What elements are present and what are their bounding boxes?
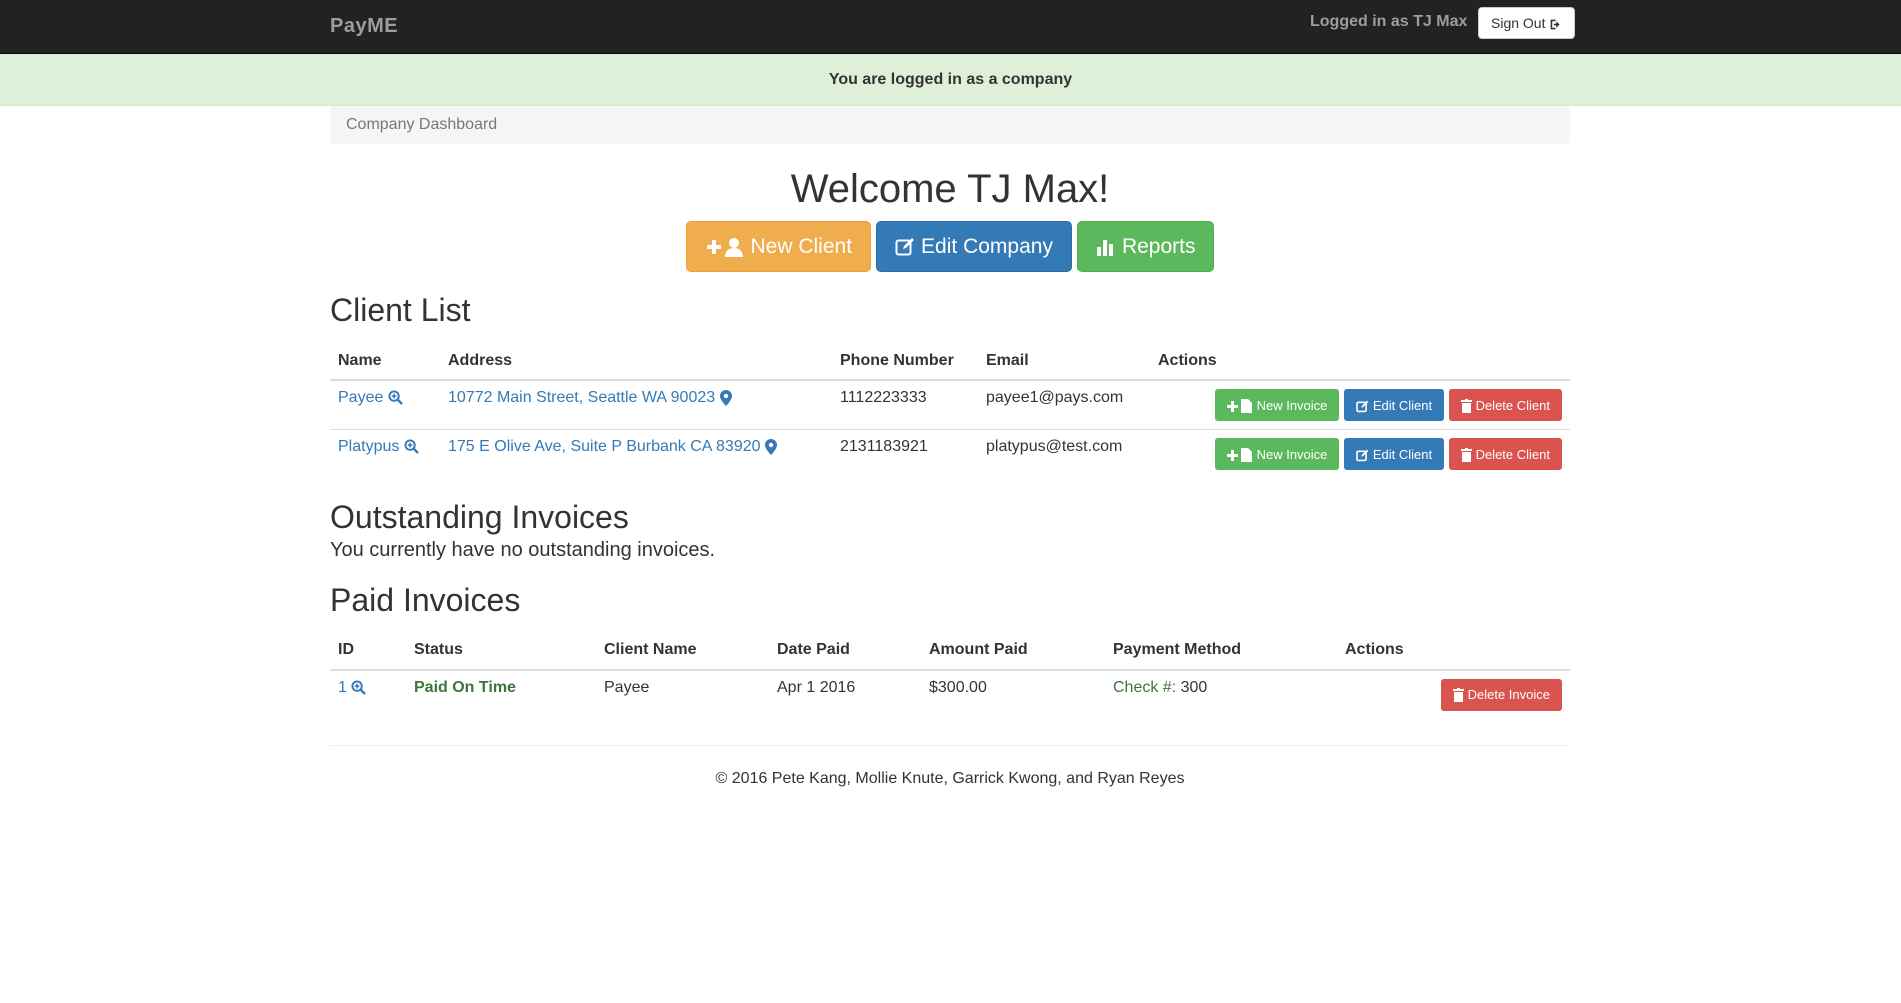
breadcrumb-item: Company Dashboard [346,116,498,133]
client-name-link[interactable]: Payee [338,389,403,406]
new-file-icon [1226,397,1253,413]
reports-button[interactable]: Reports [1076,221,1215,272]
delete-invoice-button[interactable]: Delete Invoice [1440,678,1562,711]
zoom-in-icon [388,389,403,406]
delete-invoice-label: Delete Invoice [1467,687,1550,702]
brand-link[interactable]: PayME [330,15,398,38]
client-name-link[interactable]: Platypus [338,438,419,455]
paid-invoices-heading: Paid Invoices [330,581,521,618]
map-marker-icon [764,438,777,455]
edit-client-button[interactable]: Edit Client [1343,389,1445,421]
zoom-in-icon [351,679,367,696]
sign-out-button[interactable]: Sign Out [1478,7,1576,39]
edit-client-button[interactable]: Edit Client [1343,438,1445,470]
edit-icon [895,235,915,259]
invoice-id-link[interactable]: 1 [338,678,367,696]
column-header: Status [406,631,596,671]
bar-chart-icon [1096,235,1116,259]
client-name: Platypus [338,438,400,455]
edit-company-button[interactable]: Edit Company [876,221,1072,272]
edit-company-label: Edit Company [921,234,1053,258]
table-row: Payee 10772 Main Street, Seattle WA 9002… [330,380,1570,430]
new-invoice-button[interactable]: New Invoice [1214,438,1340,470]
trash-icon [1460,446,1472,462]
invoice-status: Paid On Time [414,678,516,696]
table-row: Platypus 175 E Olive Ave, Suite P Burban… [330,429,1570,479]
paid-invoices-table: ID Status Client Name Date Paid Amount P… [330,631,1570,719]
edit-client-label: Edit Client [1372,446,1433,462]
trash-icon [1460,397,1472,413]
page-title: Welcome TJ Max! [790,167,1110,211]
client-phone: 1112223333 [840,389,927,406]
sign-out-icon [1549,15,1562,31]
invoice-id: 1 [338,678,347,696]
column-header: Client Name [596,631,769,671]
new-invoice-label: New Invoice [1256,397,1328,413]
column-header: Address [440,342,832,381]
client-address-link[interactable]: 175 E Olive Ave, Suite P Burbank CA 8392… [448,438,777,455]
edit-client-label: Edit Client [1372,397,1433,413]
column-header: Phone Number [832,342,978,381]
new-invoice-label: New Invoice [1256,446,1328,462]
delete-client-button[interactable]: Delete Client [1448,438,1562,470]
outstanding-invoices-heading: Outstanding Invoices [330,498,629,535]
client-address-link[interactable]: 10772 Main Street, Seattle WA 90023 [448,389,732,406]
new-invoice-button[interactable]: New Invoice [1214,389,1340,421]
new-file-icon [1226,446,1253,462]
client-actions: New Invoice Edit Client Delete Client [1150,380,1570,430]
footer-copyright: © 2016 Pete Kang, Mollie Knute, Garrick … [715,769,1185,787]
client-table: Name Address Phone Number Email Actions … [330,342,1570,479]
column-header: Actions [1150,342,1570,381]
main-container: Company Dashboard Welcome TJ Max! New Cl… [330,106,1570,788]
breadcrumb: Company Dashboard [330,106,1570,144]
navbar: PayME Logged in as TJ Max Sign Out [0,0,1901,54]
trash-icon [1452,687,1464,703]
delete-client-button[interactable]: Delete Client [1448,389,1562,421]
edit-icon [1356,397,1369,412]
logged-in-user-text: Logged in as TJ Max [1310,13,1468,30]
client-email: platypus@test.com [978,429,1150,479]
payment-method-value: 300 [1180,678,1208,696]
dashboard-actions: New Client Edit Company Reports [330,221,1570,272]
add-user-icon [705,235,745,259]
client-name: Payee [338,389,384,406]
footer: © 2016 Pete Kang, Mollie Knute, Garrick … [330,744,1570,788]
invoice-amount-paid: $300.00 [929,678,987,696]
zoom-in-icon [404,438,419,455]
invoice-date-paid: Apr 1 2016 [777,678,856,696]
client-actions: New Invoice Edit Client Delete Client [1150,429,1570,479]
invoice-actions: Delete Invoice [1337,670,1570,719]
no-outstanding-text: You currently have no outstanding invoic… [330,538,716,561]
client-phone: 2131183921 [832,429,978,479]
edit-icon [1356,446,1369,461]
login-status-text: You are logged in as a company [828,71,1073,88]
table-row: 1 Paid On Time Payee Apr 1 2016 $300.00 … [330,670,1570,719]
column-header: Payment Method [1105,631,1337,671]
column-header: Email [978,342,1150,381]
client-list-heading: Client List [330,292,471,328]
column-header: Amount Paid [921,631,1105,671]
column-header: ID [330,631,406,671]
sign-out-label: Sign Out [1491,15,1546,31]
map-marker-icon [719,389,732,406]
client-address: 10772 Main Street, Seattle WA 90023 [448,389,716,406]
delete-client-label: Delete Client [1475,446,1550,462]
client-address: 175 E Olive Ave, Suite P Burbank CA 8392… [448,438,761,455]
login-status-alert: You are logged in as a company [0,54,1901,106]
new-client-label: New Client [750,234,853,258]
column-header: Name [330,342,440,381]
delete-client-label: Delete Client [1475,397,1550,413]
payment-method-label: Check #: [1113,678,1177,696]
reports-label: Reports [1121,234,1196,258]
column-header: Date Paid [769,631,921,671]
invoice-client-name: Payee [604,678,650,696]
column-header: Actions [1337,631,1570,671]
invoice-payment-method: Check #: 300 [1105,670,1337,719]
new-client-button[interactable]: New Client [685,221,872,272]
client-email: payee1@pays.com [986,389,1124,406]
